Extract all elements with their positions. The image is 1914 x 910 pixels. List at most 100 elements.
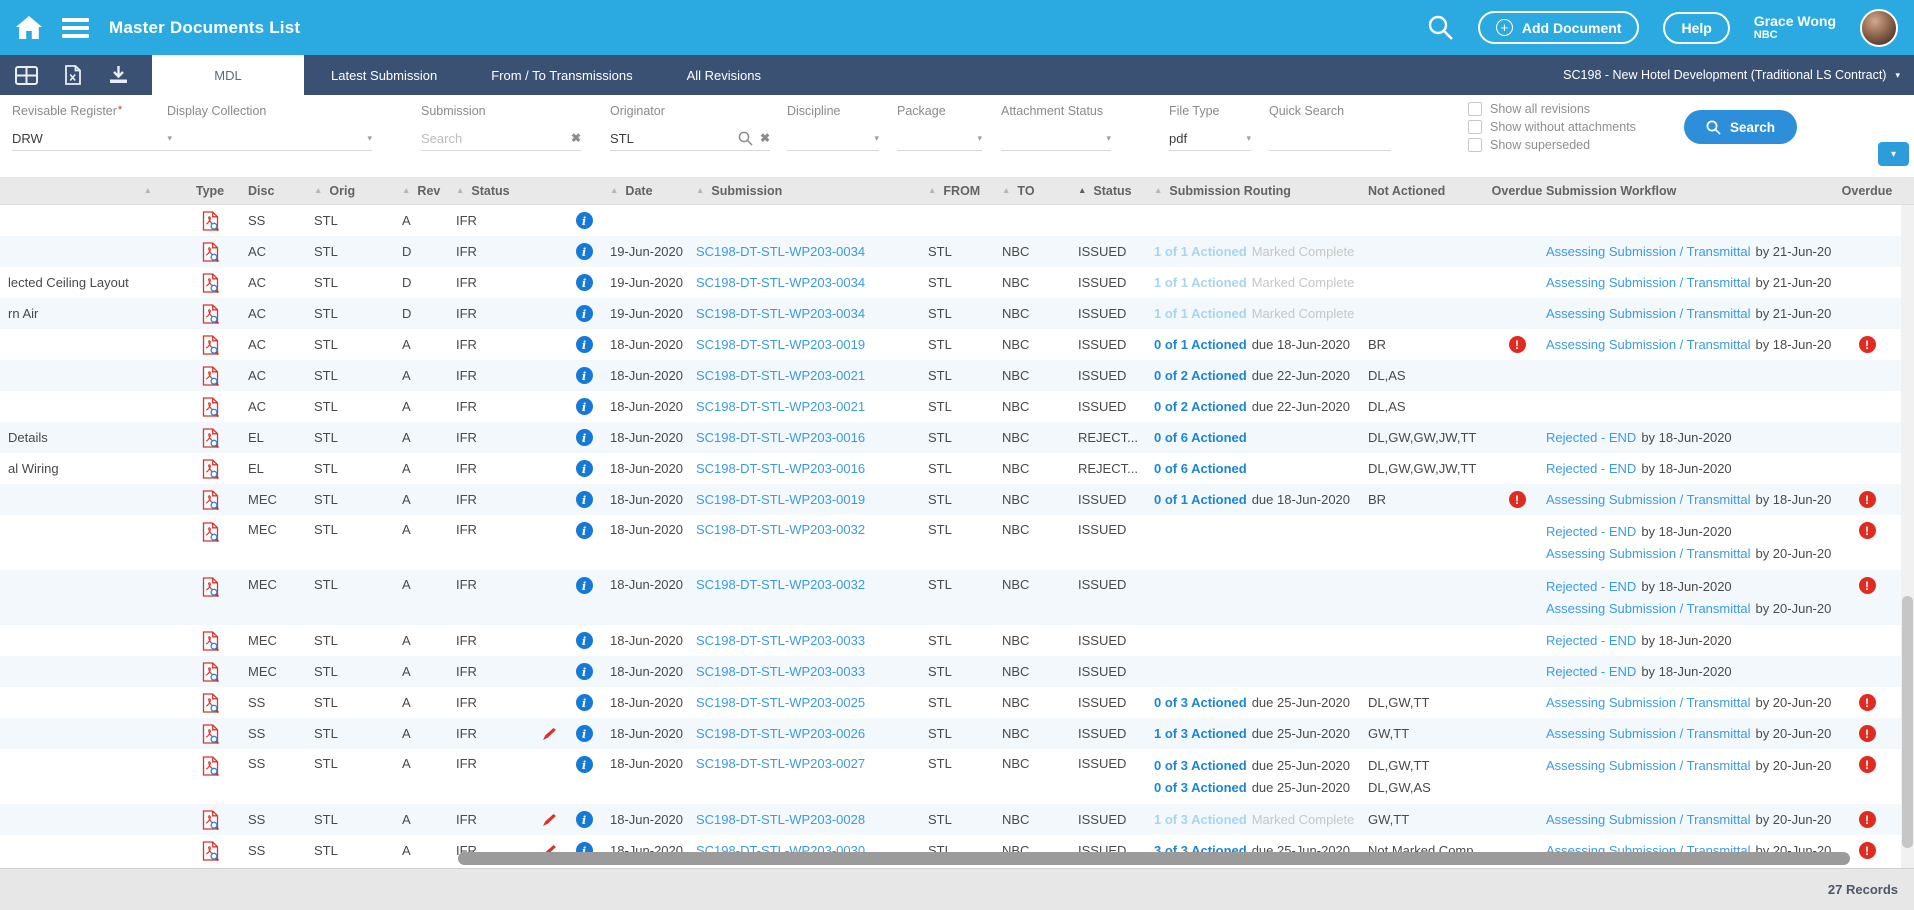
- tab-from-to-transmissions[interactable]: From / To Transmissions: [464, 55, 659, 95]
- submission-link[interactable]: SC198-DT-STL-WP203-0034: [696, 306, 865, 321]
- workflow-link[interactable]: Rejected - END: [1546, 662, 1636, 682]
- collapse-filters-button[interactable]: ▾: [1878, 142, 1909, 166]
- info-icon[interactable]: i: [576, 663, 593, 680]
- actioned-link[interactable]: 0 of 2 Actioned: [1154, 397, 1247, 417]
- file-type-select[interactable]: pdf ▾: [1169, 126, 1251, 151]
- checkbox-icon[interactable]: [1468, 120, 1482, 134]
- pdf-file-icon[interactable]: [202, 242, 219, 262]
- info-icon[interactable]: i: [576, 491, 593, 508]
- tab-all-revisions[interactable]: All Revisions: [660, 55, 788, 95]
- actioned-link[interactable]: 0 of 1 Actioned: [1154, 335, 1247, 355]
- clear-icon[interactable]: ✖: [760, 131, 770, 145]
- info-icon[interactable]: i: [576, 367, 593, 384]
- submission-link[interactable]: SC198-DT-STL-WP203-0033: [696, 664, 865, 679]
- workflow-link[interactable]: Rejected - END: [1546, 428, 1636, 448]
- info-icon[interactable]: i: [576, 429, 593, 446]
- revisable-register-select[interactable]: DRW ▾: [12, 126, 172, 151]
- pdf-file-icon[interactable]: [202, 577, 219, 597]
- user-block[interactable]: Grace Wong NBC: [1754, 13, 1836, 43]
- actioned-link[interactable]: 0 of 2 Actioned: [1154, 366, 1247, 386]
- column-header-overdue1[interactable]: Overdue: [1496, 184, 1538, 198]
- pdf-file-icon[interactable]: [202, 335, 219, 355]
- info-icon[interactable]: i: [576, 305, 593, 322]
- tab-latest-submission[interactable]: Latest Submission: [304, 55, 464, 95]
- column-header-type[interactable]: Type: [180, 184, 240, 198]
- package-select[interactable]: ▾: [897, 126, 982, 151]
- submission-link[interactable]: SC198-DT-STL-WP203-0016: [696, 430, 865, 445]
- info-icon[interactable]: i: [576, 811, 593, 828]
- horizontal-scrollbar[interactable]: [458, 852, 1850, 865]
- submission-link[interactable]: SC198-DT-STL-WP203-0034: [696, 275, 865, 290]
- quick-search-input[interactable]: [1269, 131, 1391, 146]
- workflow-link[interactable]: Assessing Submission / Transmittal: [1546, 273, 1750, 293]
- workflow-link[interactable]: Rejected - END: [1546, 631, 1636, 651]
- checkbox-show-superseded[interactable]: Show superseded: [1468, 138, 1636, 152]
- actioned-link[interactable]: 0 of 1 Actioned: [1154, 490, 1247, 510]
- add-document-button[interactable]: + Add Document: [1478, 11, 1640, 44]
- submission-link[interactable]: SC198-DT-STL-WP203-0026: [696, 726, 865, 741]
- workflow-link[interactable]: Assessing Submission / Transmittal: [1546, 599, 1750, 619]
- info-icon[interactable]: i: [576, 274, 593, 291]
- pdf-file-icon[interactable]: [202, 810, 219, 830]
- pdf-file-icon[interactable]: [202, 428, 219, 448]
- column-header-workflow[interactable]: Submission Workflow: [1538, 184, 1844, 198]
- workflow-link[interactable]: Assessing Submission / Transmittal: [1546, 304, 1750, 324]
- actioned-link[interactable]: 1 of 1 Actioned: [1154, 242, 1247, 262]
- info-icon[interactable]: i: [576, 243, 593, 260]
- checkbox-show-without-attachments[interactable]: Show without attachments: [1468, 120, 1636, 134]
- discipline-select[interactable]: ▾: [787, 126, 879, 151]
- actioned-link[interactable]: 0 of 6 Actioned: [1154, 428, 1247, 448]
- pdf-file-icon[interactable]: [202, 662, 219, 682]
- checkbox-show-all-revisions[interactable]: Show all revisions: [1468, 102, 1636, 116]
- pdf-file-icon[interactable]: [202, 366, 219, 386]
- info-icon[interactable]: i: [576, 398, 593, 415]
- column-header-submission[interactable]: ▲Submission: [688, 184, 920, 198]
- pdf-file-icon[interactable]: [202, 304, 219, 324]
- column-header-overdue2[interactable]: Overdue: [1844, 184, 1890, 198]
- pdf-file-icon[interactable]: [202, 397, 219, 417]
- column-header-to[interactable]: ▲TO: [994, 184, 1070, 198]
- attachment-status-select[interactable]: ▾: [1001, 126, 1111, 151]
- column-header-date[interactable]: ▲Date: [602, 184, 688, 198]
- workflow-link[interactable]: Assessing Submission / Transmittal: [1546, 756, 1750, 776]
- actioned-link[interactable]: 1 of 1 Actioned: [1154, 304, 1247, 324]
- actioned-link[interactable]: 1 of 3 Actioned: [1154, 810, 1247, 830]
- download-icon[interactable]: [108, 65, 129, 85]
- info-icon[interactable]: i: [576, 632, 593, 649]
- info-icon[interactable]: i: [576, 694, 593, 711]
- clear-icon[interactable]: ✖: [571, 131, 581, 145]
- submission-link[interactable]: SC198-DT-STL-WP203-0034: [696, 244, 865, 259]
- help-button[interactable]: Help: [1663, 12, 1729, 44]
- pdf-file-icon[interactable]: [202, 631, 219, 651]
- search-icon[interactable]: [1427, 14, 1454, 41]
- excel-export-icon[interactable]: [65, 65, 81, 85]
- vertical-scrollbar-track[interactable]: [1901, 205, 1914, 868]
- tab-mdl[interactable]: MDL: [152, 55, 304, 95]
- column-header-disc[interactable]: Disc: [240, 184, 306, 198]
- checkbox-icon[interactable]: [1468, 138, 1482, 152]
- info-icon[interactable]: i: [576, 336, 593, 353]
- actioned-link[interactable]: 0 of 3 Actioned: [1154, 693, 1247, 713]
- submission-link[interactable]: SC198-DT-STL-WP203-0032: [696, 522, 865, 537]
- home-icon[interactable]: [16, 16, 42, 39]
- originator-input[interactable]: [610, 131, 731, 146]
- submission-link[interactable]: SC198-DT-STL-WP203-0019: [696, 337, 865, 352]
- column-header-title[interactable]: ▲: [0, 186, 180, 195]
- project-selector[interactable]: SC198 - New Hotel Development (Tradition…: [1563, 55, 1914, 95]
- submission-link[interactable]: SC198-DT-STL-WP203-0027: [696, 756, 865, 771]
- workflow-link[interactable]: Assessing Submission / Transmittal: [1546, 335, 1750, 355]
- workflow-link[interactable]: Rejected - END: [1546, 522, 1636, 542]
- submission-link[interactable]: SC198-DT-STL-WP203-0025: [696, 695, 865, 710]
- info-icon[interactable]: i: [576, 577, 593, 594]
- submission-search-input[interactable]: [421, 131, 564, 146]
- info-icon[interactable]: i: [576, 460, 593, 477]
- workflow-link[interactable]: Assessing Submission / Transmittal: [1546, 693, 1750, 713]
- workflow-link[interactable]: Assessing Submission / Transmittal: [1546, 724, 1750, 744]
- actioned-link[interactable]: 0 of 6 Actioned: [1154, 459, 1247, 479]
- column-header-status2[interactable]: ▲Status: [1070, 184, 1146, 198]
- workflow-link[interactable]: Rejected - END: [1546, 459, 1636, 479]
- checkbox-icon[interactable]: [1468, 102, 1482, 116]
- pdf-file-icon[interactable]: [202, 724, 219, 744]
- workflow-link[interactable]: Assessing Submission / Transmittal: [1546, 810, 1750, 830]
- pdf-file-icon[interactable]: [202, 693, 219, 713]
